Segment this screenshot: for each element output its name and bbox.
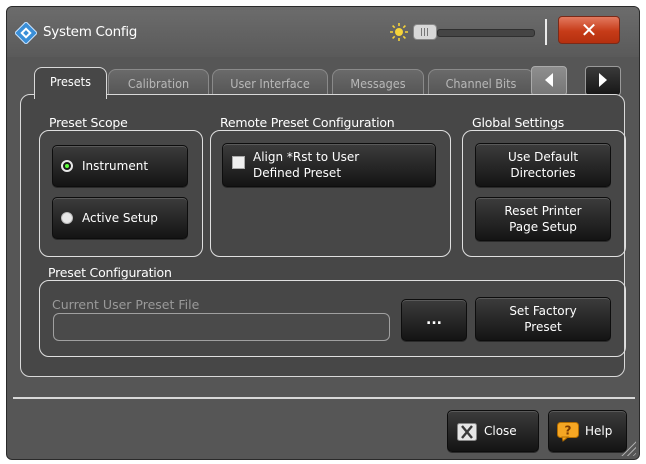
align-rst-line1: Align *Rst to User [253, 150, 360, 164]
close-button[interactable]: Close [447, 410, 539, 452]
current-user-preset-file-label: Current User Preset File [52, 297, 200, 312]
help-icon: ? [557, 422, 579, 442]
tab-user-interface[interactable]: User Interface [212, 69, 328, 97]
active-setup-label: Active Setup [82, 211, 158, 225]
slider-end-marker [545, 19, 547, 45]
close-icon [457, 423, 477, 441]
transparency-slider-thumb[interactable] [413, 24, 437, 40]
help-button[interactable]: ? Help [548, 410, 627, 452]
radio-selected-icon [61, 160, 73, 172]
tab-calibration[interactable]: Calibration [108, 69, 209, 97]
brightness-icon [390, 23, 408, 41]
instrument-radio-button[interactable]: Instrument [52, 145, 188, 187]
set-factory-preset-button[interactable]: Set Factory Preset [475, 297, 611, 341]
current-user-preset-file-input[interactable] [53, 313, 390, 341]
tab-messages[interactable]: Messages [332, 69, 424, 97]
system-config-window: System Config ✕ Presets Calibration User… [6, 6, 640, 460]
close-label: Close [484, 424, 517, 438]
use-default-line1: Use Default [507, 150, 579, 164]
svg-text:?: ? [565, 424, 572, 438]
window-close-button[interactable]: ✕ [558, 16, 620, 44]
checkbox-unchecked-icon [232, 156, 245, 169]
use-default-directories-button[interactable]: Use Default Directories [475, 143, 611, 187]
radio-unselected-icon [61, 212, 73, 224]
app-logo-icon [15, 22, 37, 44]
preset-configuration-label: Preset Configuration [48, 265, 172, 280]
set-factory-line1: Set Factory [509, 304, 577, 318]
global-settings-label: Global Settings [472, 115, 565, 130]
arrow-right-icon [599, 72, 607, 87]
preset-scope-label: Preset Scope [49, 115, 128, 130]
reset-printer-line2: Page Setup [509, 220, 577, 234]
use-default-line2: Directories [510, 166, 576, 180]
transparency-slider-track[interactable] [437, 29, 535, 37]
tab-presets[interactable]: Presets [34, 67, 107, 99]
set-factory-line2: Preset [524, 320, 562, 334]
window-title: System Config [43, 24, 138, 40]
active-setup-radio-button[interactable]: Active Setup [52, 197, 188, 239]
reset-printer-page-setup-button[interactable]: Reset Printer Page Setup [475, 197, 611, 241]
arrow-left-icon [545, 72, 553, 87]
instrument-label: Instrument [82, 159, 149, 173]
browse-preset-file-button[interactable]: ... [401, 299, 467, 341]
reset-printer-line1: Reset Printer [504, 204, 582, 218]
align-rst-line2: Defined Preset [253, 166, 342, 180]
footer-separator [13, 397, 635, 399]
help-label: Help [585, 424, 613, 438]
tab-channel-bits[interactable]: Channel Bits [428, 69, 534, 97]
title-bar[interactable]: System Config ✕ [7, 7, 639, 57]
align-rst-checkbox-button[interactable]: Align *Rst to User Defined Preset [222, 143, 436, 187]
tab-scroll-left-button[interactable] [531, 66, 567, 96]
remote-preset-label: Remote Preset Configuration [220, 115, 395, 130]
tab-scroll-right-button[interactable] [585, 66, 621, 96]
